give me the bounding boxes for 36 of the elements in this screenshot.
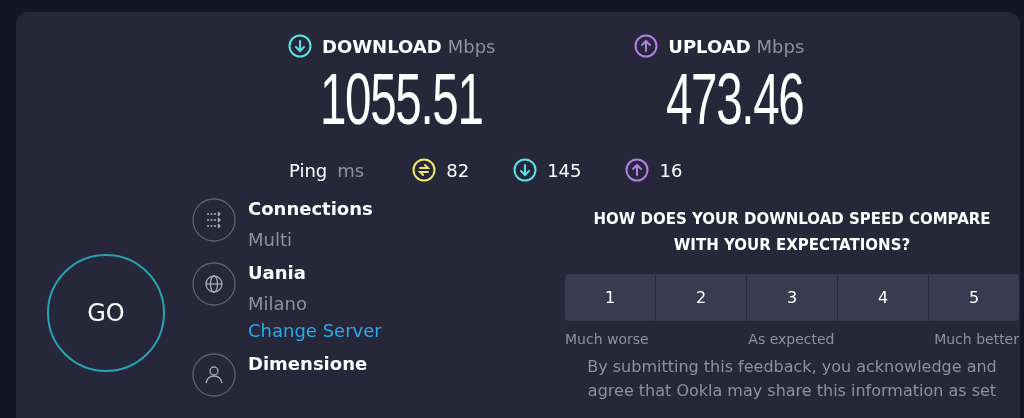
speed-label: DOWNLOAD bbox=[322, 35, 442, 57]
feedback-notice: By submitting this feedback, you acknowledge and agree that Ookla may share this information as set bbox=[586, 356, 998, 403]
change-server-link[interactable]: Change Server bbox=[248, 320, 382, 342]
download-icon bbox=[288, 34, 312, 58]
speed-value: 1055.51 bbox=[320, 58, 483, 141]
globe-icon bbox=[192, 262, 236, 307]
speed-unit: Mbps bbox=[447, 35, 496, 57]
connections-icon bbox=[192, 198, 236, 243]
user-icon bbox=[192, 353, 236, 398]
detail-title: Dimensione bbox=[248, 353, 368, 375]
rating-option[interactable]: 3 bbox=[747, 274, 837, 322]
speed-value: 473.46 bbox=[666, 58, 804, 141]
upload-icon bbox=[625, 158, 650, 183]
upload-icon bbox=[634, 34, 659, 58]
detail-title: Connections bbox=[248, 198, 373, 220]
feedback-question: HOW DOES YOUR DOWNLOAD SPEED COMPARE WITH YOUR EXPECTATIONS? bbox=[592, 209, 992, 257]
rating-option[interactable]: 1 bbox=[565, 274, 655, 322]
ping-value: 82 bbox=[446, 159, 470, 181]
detail-value: Milano bbox=[248, 293, 308, 315]
detail-title: Uania bbox=[248, 262, 307, 284]
go-button[interactable]: GO bbox=[47, 254, 165, 373]
ping-unit: ms bbox=[337, 159, 365, 181]
download-icon bbox=[513, 158, 538, 183]
rating-option[interactable]: 5 bbox=[929, 274, 1019, 322]
ping-icon bbox=[412, 158, 437, 183]
speed-label: UPLOAD bbox=[668, 35, 751, 57]
scale-label: As expected bbox=[748, 331, 835, 348]
rating-option[interactable]: 2 bbox=[656, 274, 746, 322]
speed-unit: Mbps bbox=[756, 35, 805, 57]
scale-label: Much better bbox=[934, 331, 1019, 348]
scale-label: Much worse bbox=[565, 331, 649, 348]
ping-label: Ping bbox=[289, 159, 328, 181]
rating-option[interactable]: 4 bbox=[838, 274, 928, 322]
ping-value: 16 bbox=[659, 159, 683, 181]
detail-value: Multi bbox=[248, 229, 293, 251]
ping-value: 145 bbox=[547, 159, 582, 181]
